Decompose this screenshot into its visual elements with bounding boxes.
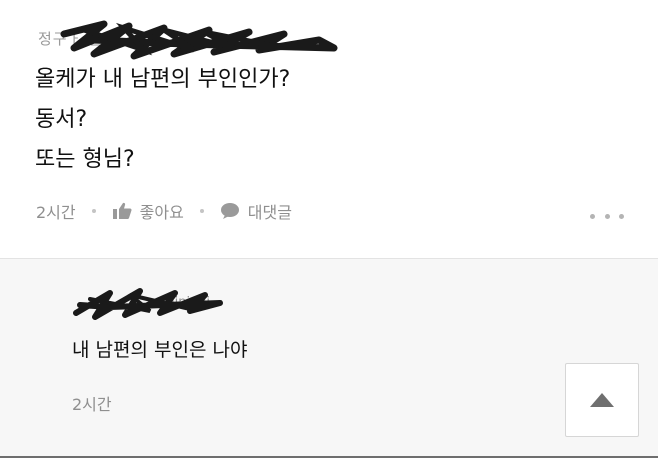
- more-dots-icon: [590, 213, 595, 219]
- redaction-scribble: [73, 288, 223, 320]
- page-bottom: [0, 458, 658, 473]
- reply-text: 내 남편의 부인은 나야: [72, 339, 248, 361]
- comment-author[interactable]: 정구ㅏ 빨간: [34, 20, 354, 60]
- scroll-to-top-button[interactable]: [565, 363, 639, 437]
- reply-author[interactable]: minjmji: [70, 283, 270, 323]
- thumbs-up-icon: [112, 202, 132, 219]
- comment-item: 정구ㅏ 빨간 올케가 내 남편의 부인인가? 동서? 또는 형님? 2시간 좋아…: [0, 0, 658, 258]
- reply-time: 2시간: [72, 395, 112, 414]
- comment-line: 동서?: [35, 107, 88, 132]
- more-dots-icon: [604, 213, 610, 219]
- more-dots-icon: [619, 213, 624, 219]
- comment-line: 또는 형님?: [35, 147, 135, 172]
- comment-thread: 정구ㅏ 빨간 올케가 내 남편의 부인인가? 동서? 또는 형님? 2시간 좋아…: [0, 0, 658, 473]
- like-label: 좋아요: [139, 203, 184, 222]
- triangle-up-icon: [590, 393, 614, 407]
- separator-dot: [199, 209, 204, 213]
- redaction-scribble: [60, 20, 338, 60]
- separator-dot: [91, 209, 96, 213]
- more-options-button[interactable]: [590, 208, 624, 224]
- like-button[interactable]: 좋아요: [112, 199, 184, 223]
- comment-time: 2시간: [36, 203, 76, 222]
- comment-text: 올케가 내 남편의 부인인가? 동서? 또는 형님?: [35, 60, 290, 180]
- comment-meta: 2시간 좋아요 대댓글: [36, 196, 292, 226]
- reply-button[interactable]: 대댓글: [220, 199, 292, 223]
- comment-line: 올케가 내 남편의 부인인가?: [35, 67, 291, 92]
- reply-label: 대댓글: [247, 203, 292, 222]
- reply-item: minjmji 내 남편의 부인은 나야 2시간: [0, 258, 658, 473]
- speech-bubble-icon: [220, 203, 239, 219]
